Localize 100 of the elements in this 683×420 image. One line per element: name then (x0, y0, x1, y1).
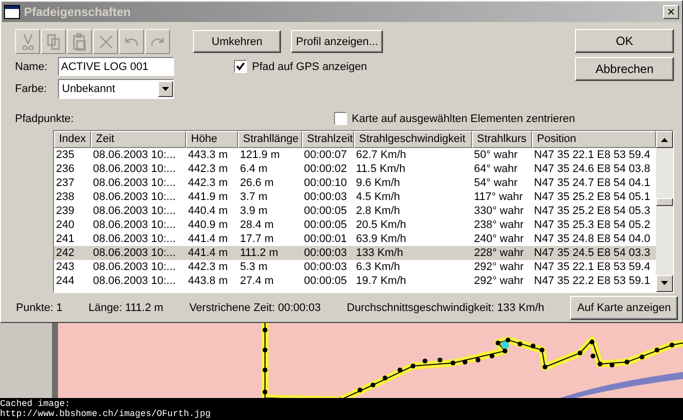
table-cell-text: 239 (55, 204, 76, 218)
table-cell-text: 440.9 m (187, 218, 229, 232)
table-cell-text: 236 (55, 162, 76, 176)
delete-icon (98, 34, 112, 48)
center-map-checkbox[interactable] (334, 112, 347, 125)
table-row[interactable]: 243 08.06.2003 10:... 442.3 m 5.3 m 00:00:03 6.3 Km/h 292° wahr N47 35 22.1 E8 53 59.4 (54, 260, 656, 274)
table-cell-text: 243 (55, 260, 76, 274)
table-row[interactable]: 235 08.06.2003 10:... 443.3 m 121.9 m 00:00:07 62.7 Km/h 50° wahr N47 35 22.1 E8 53 59.4 (54, 148, 656, 162)
table-cell-text: 50° wahr (473, 148, 519, 162)
copy-icon (47, 34, 60, 50)
table-cell-text: 111.2 m (239, 246, 280, 260)
table-cell-text: 5.3 m (239, 260, 269, 274)
table-row[interactable]: 238 08.06.2003 10:... 441.9 m 3.7 m 00:00:03 4.5 Km/h 117° wahr N47 35 25.2 E8 54 05.1 (54, 190, 656, 204)
table-cell-text: 292° wahr (473, 274, 525, 288)
table-cell-text: N47 35 25.3 E8 54 05.2 (533, 218, 652, 232)
table-cell-text: 08.06.2003 10:... (92, 246, 177, 260)
stat-text: Durchschnittsgeschwindigkeit: 133 Km/h (346, 302, 544, 314)
table-cell-text: N47 35 25.2 E8 54 05.3 (533, 204, 652, 218)
table-cell-text: 3.9 m (239, 204, 269, 218)
table-cell-text: 442.3 m (187, 260, 229, 274)
table-cell-text: 442.3 m (187, 176, 229, 190)
table-cell-text: 133 Km/h (355, 246, 404, 260)
table-cell-text: 11.5 Km/h (355, 162, 406, 176)
close-button[interactable]: × (663, 5, 679, 19)
profile-button[interactable]: Profil anzeigen... (291, 30, 383, 53)
dropdown-arrow-icon (162, 86, 170, 92)
table-cell-text: N47 35 24.6 E8 54 03.8 (533, 162, 652, 176)
table-cell-text: 238° wahr (473, 218, 525, 232)
scroll-up-icon (660, 137, 668, 142)
table-row[interactable]: 239 08.06.2003 10:... 440.4 m 3.9 m 00:00:05 2.8 Km/h 330° wahr N47 35 25.2 E8 54 05.3 (54, 204, 656, 218)
table-cell-text: N47 35 22.1 E8 53 59.4 (533, 260, 652, 274)
table-row[interactable]: 242 08.06.2003 10:... 441.4 m 111.2 m 00:00:03 133 Km/h 228° wahr N47 35 24.5 E8 54 03.3 (54, 246, 656, 260)
table-cell-text: 00:00:05 (303, 204, 348, 218)
table-cell-text: 441.4 m (187, 246, 229, 260)
table-cell-text: 241 (55, 232, 76, 246)
stat-text: Punkte: 1 (16, 302, 62, 314)
table-cell-text: 6.4 m (239, 162, 269, 176)
color-label: Farbe: (15, 83, 48, 95)
table-cell-text: N47 35 25.2 E8 54 05.1 (533, 190, 652, 204)
table-cell-text: 54° wahr (473, 176, 519, 190)
table-cell-text: 117° wahr (473, 190, 524, 204)
table-cell-text: 00:00:02 (303, 162, 348, 176)
table-cell-text: N47 35 24.8 E8 54 04.0 (533, 232, 652, 246)
stat-text: Länge: 111.2 m (88, 302, 164, 314)
column-header[interactable]: Index (54, 131, 91, 148)
table-cell-text: 441.4 m (187, 232, 229, 246)
gps-checkbox[interactable] (234, 60, 247, 73)
table-row[interactable]: 237 08.06.2003 10:... 442.3 m 26.6 m 00:00:10 9.6 Km/h 54° wahr N47 35 24.7 E8 54 04.1 (54, 176, 656, 190)
table-cell-text: 08.06.2003 10:... (92, 148, 177, 162)
table-row[interactable]: 241 08.06.2003 10:... 441.4 m 17.7 m 00:00:01 63.9 Km/h 240° wahr N47 35 24.8 E8 54 04.0 (54, 232, 656, 246)
table-cell-text: 441.9 m (187, 190, 229, 204)
table-cell-text: 08.06.2003 10:... (92, 162, 177, 176)
column-header[interactable]: Strahllänge (238, 131, 302, 148)
name-field[interactable]: ACTIVE LOG 001 (58, 57, 174, 76)
show-on-map-button[interactable]: Auf Karte anzeigen (570, 296, 678, 320)
column-header[interactable]: Strahlkurs (472, 131, 532, 148)
clipboard-icon (73, 32, 86, 50)
reverse-button[interactable]: Umkehren (193, 30, 281, 53)
table-cell-text: 08.06.2003 10:... (92, 232, 177, 246)
ok-button[interactable]: OK (575, 29, 674, 53)
column-header[interactable]: Position (532, 131, 656, 148)
table-row[interactable]: 236 08.06.2003 10:... 442.3 m 6.4 m 00:00:02 11.5 Km/h 64° wahr N47 35 24.6 E8 54 03.8 (54, 162, 656, 176)
table-cell-text: 292° wahr (473, 260, 525, 274)
scroll-down-icon (660, 281, 668, 286)
color-dropdown[interactable]: Unbekannt (58, 79, 174, 99)
table-cell-text: 6.3 Km/h (355, 260, 402, 274)
table-cell-text: 28.4 m (239, 218, 275, 232)
table-row[interactable]: 240 08.06.2003 10:... 440.9 m 28.4 m 00:00:05 20.5 Km/h 238° wahr N47 35 25.3 E8 54 05.2 (54, 218, 656, 232)
cancel-button[interactable]: Abbrechen (575, 57, 674, 81)
column-header[interactable]: Strahlgeschwindigkeit (354, 131, 472, 148)
column-header[interactable]: Zeit (91, 131, 186, 148)
window-icon (4, 5, 20, 19)
table-cell-text: 244 (55, 274, 76, 288)
redo-icon (151, 36, 164, 46)
table-row[interactable]: 244 08.06.2003 10:... 443.8 m 27.4 m 00:00:05 19.7 Km/h 292° wahr N47 35 22.2 E8 53 59.1 (54, 274, 656, 288)
table-cell-text: 240 (55, 218, 76, 232)
scissors-icon (21, 33, 34, 50)
name-label: Name: (15, 60, 48, 72)
table-cell-text: 08.06.2003 10:... (92, 190, 177, 204)
table-cell-text: 440.4 m (187, 204, 229, 218)
table-cell-text: 08.06.2003 10:... (92, 176, 177, 190)
table-cell-text: 00:00:10 (303, 176, 348, 190)
table-cell-text: 08.06.2003 10:... (92, 218, 177, 232)
caption-text: http://www.bbshome.ch/images/OFurth.jpg (0, 409, 212, 419)
scrollbar[interactable] (656, 131, 673, 292)
table-cell-text: N47 35 24.5 E8 54 03.3 (533, 246, 652, 260)
table-cell-text: 00:00:01 (303, 232, 348, 246)
table-cell-text: 4.5 Km/h (355, 190, 402, 204)
stat-text: Verstrichene Zeit: 00:00:03 (189, 302, 321, 314)
table-cell-text: N47 35 22.2 E8 53 59.1 (533, 274, 652, 288)
table-cell-text: 00:00:05 (303, 218, 348, 232)
points-label: Pfadpunkte: (15, 113, 74, 125)
table-cell-text: 442.3 m (187, 162, 229, 176)
table-cell-text: 00:00:03 (303, 246, 348, 260)
table-cell-text: 63.9 Km/h (355, 232, 408, 246)
column-header[interactable]: Höhe (186, 131, 238, 148)
scroll-thumb[interactable] (656, 198, 673, 206)
column-header[interactable]: Strahlzeit (302, 131, 354, 148)
table-cell-text: N47 35 22.1 E8 53 59.4 (533, 148, 652, 162)
table-cell-text: 443.8 m (187, 274, 229, 288)
